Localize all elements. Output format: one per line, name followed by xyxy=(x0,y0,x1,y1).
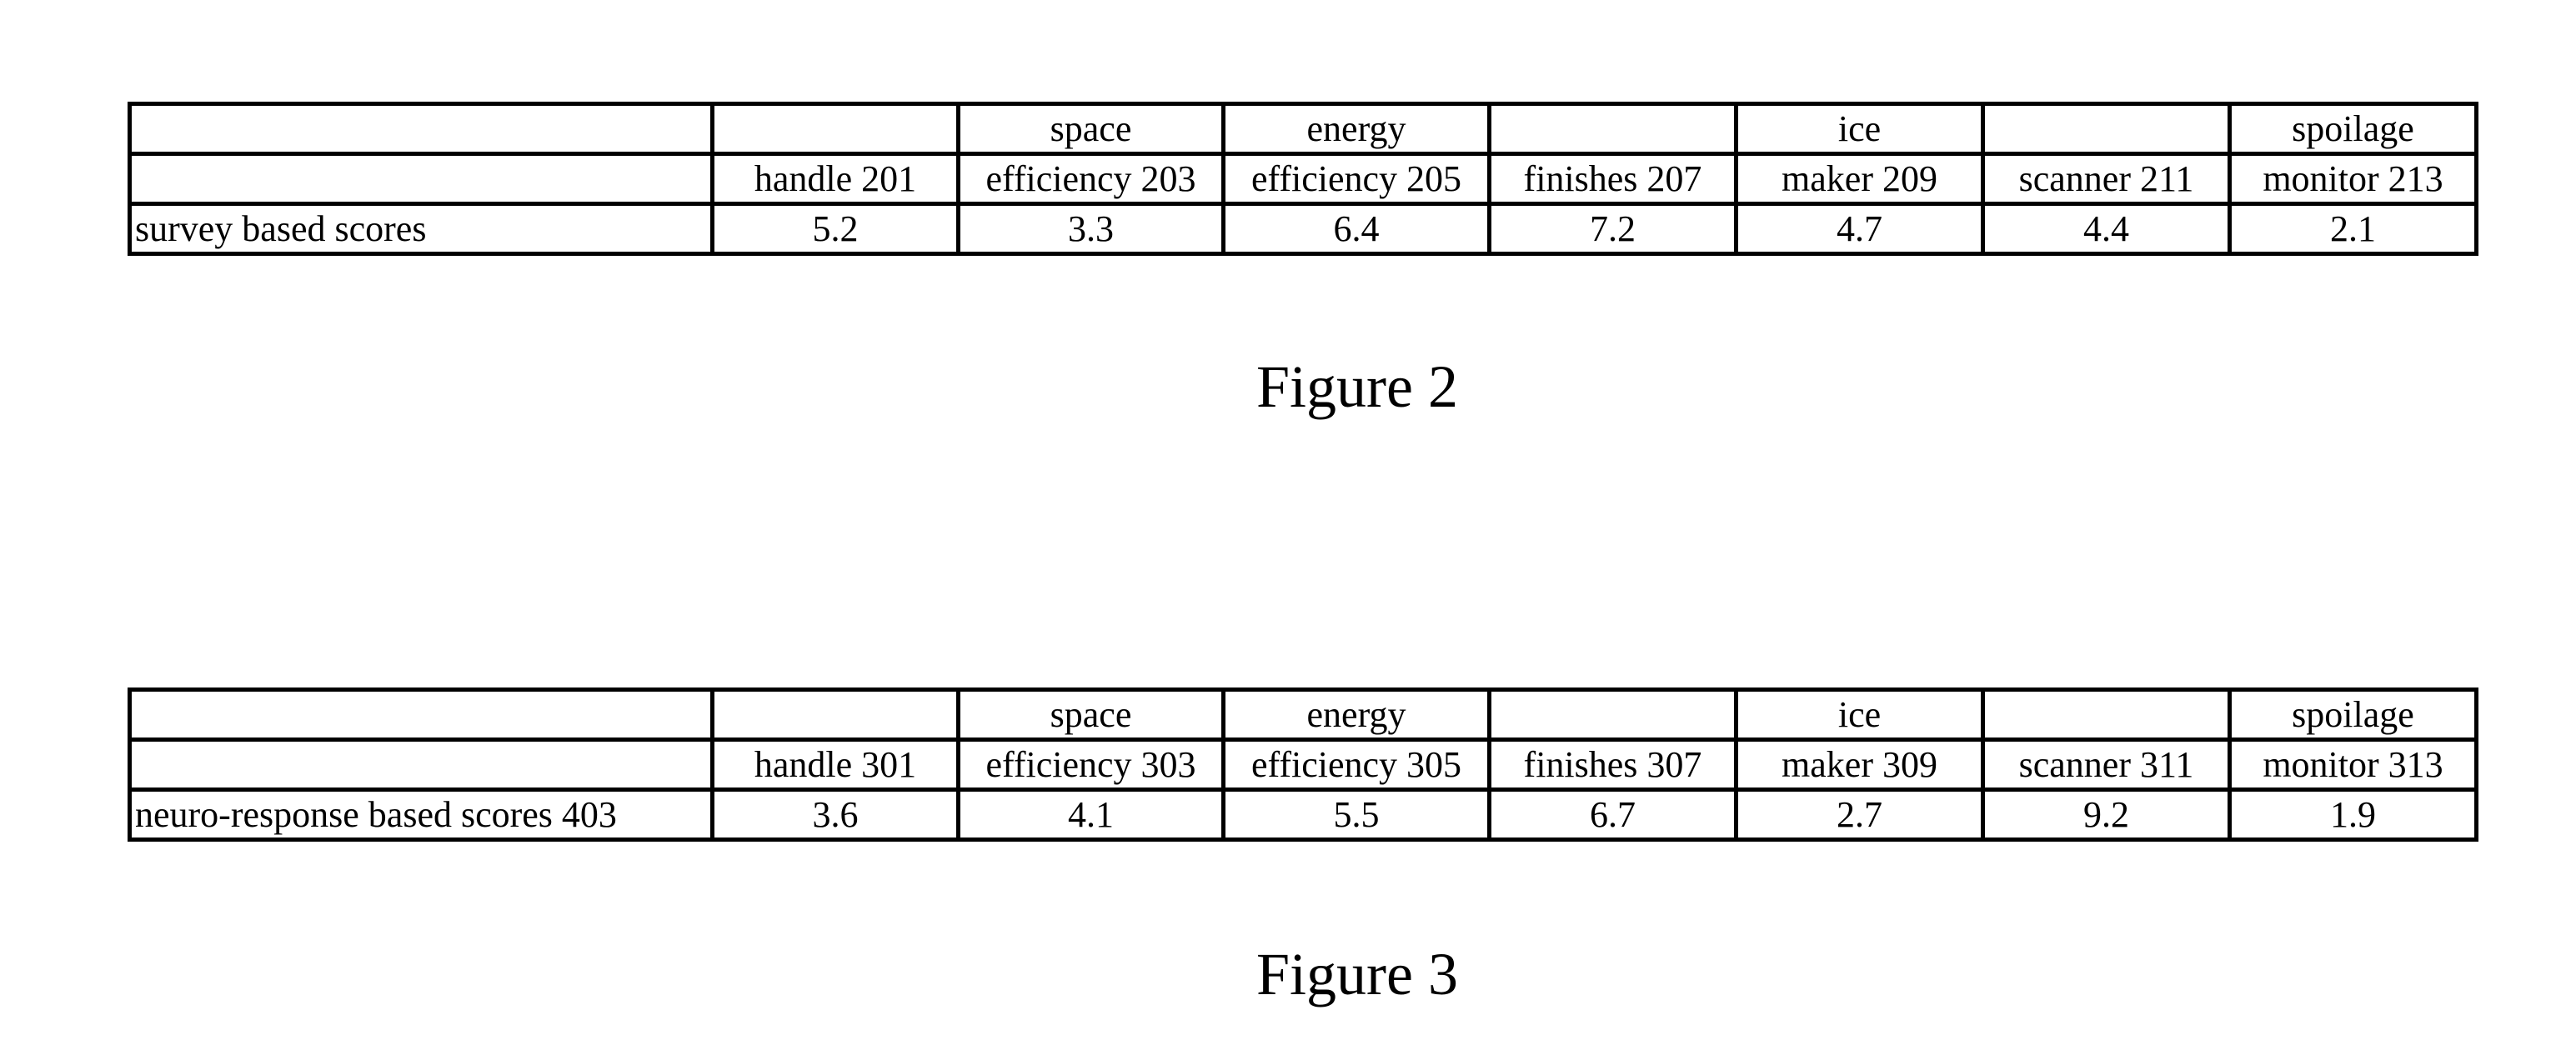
score-cell: 4.1 xyxy=(956,788,1225,842)
header-cell xyxy=(128,152,714,206)
header-cell: efficiency 303 xyxy=(956,738,1225,792)
figure-2-caption: Figure 2 xyxy=(1256,353,1458,420)
header-row-2: handle 201 efficiency 203 efficiency 205… xyxy=(128,152,2478,206)
score-cell: 6.7 xyxy=(1487,788,1738,842)
header-cell xyxy=(1981,688,2232,742)
header-cell: finishes 307 xyxy=(1487,738,1738,792)
header-cell: maker 209 xyxy=(1734,152,1985,206)
header-row-1: space energy ice spoilage xyxy=(128,102,2478,156)
header-cell xyxy=(1487,102,1738,156)
score-cell: 4.4 xyxy=(1981,202,2232,256)
figure-3-table: space energy ice spoilage handle 301 eff… xyxy=(128,688,2478,842)
header-cell xyxy=(1487,688,1738,742)
header-cell xyxy=(710,688,960,742)
score-cell: 2.7 xyxy=(1734,788,1985,842)
score-cell: 2.1 xyxy=(2228,202,2478,256)
header-cell xyxy=(1981,102,2232,156)
score-cell: 3.6 xyxy=(710,788,960,842)
figure-3-caption: Figure 3 xyxy=(1256,941,1458,1008)
header-cell: monitor 313 xyxy=(2228,738,2478,792)
score-cell: 9.2 xyxy=(1981,788,2232,842)
header-cell: handle 201 xyxy=(710,152,960,206)
data-row: survey based scores 5.2 3.3 6.4 7.2 4.7 … xyxy=(128,202,2478,256)
header-cell: ice xyxy=(1734,688,1985,742)
score-cell: 6.4 xyxy=(1221,202,1491,256)
score-cell: 5.2 xyxy=(710,202,960,256)
score-cell: 1.9 xyxy=(2228,788,2478,842)
score-cell: 5.5 xyxy=(1221,788,1491,842)
header-cell: efficiency 203 xyxy=(956,152,1225,206)
header-cell: efficiency 205 xyxy=(1221,152,1491,206)
header-cell: finishes 207 xyxy=(1487,152,1738,206)
header-cell: energy xyxy=(1221,102,1491,156)
header-cell: efficiency 305 xyxy=(1221,738,1491,792)
header-cell xyxy=(128,738,714,792)
header-cell: energy xyxy=(1221,688,1491,742)
data-row: neuro-response based scores 403 3.6 4.1 … xyxy=(128,788,2478,842)
header-cell: scanner 211 xyxy=(1981,152,2232,206)
header-cell: spoilage xyxy=(2228,688,2478,742)
header-cell: handle 301 xyxy=(710,738,960,792)
header-cell: spoilage xyxy=(2228,102,2478,156)
header-cell xyxy=(710,102,960,156)
header-cell: space xyxy=(956,688,1225,742)
header-row-1: space energy ice spoilage xyxy=(128,688,2478,742)
header-row-2: handle 301 efficiency 303 efficiency 305… xyxy=(128,738,2478,792)
header-cell: ice xyxy=(1734,102,1985,156)
header-cell: monitor 213 xyxy=(2228,152,2478,206)
score-cell: 3.3 xyxy=(956,202,1225,256)
header-cell xyxy=(128,102,714,156)
header-cell: scanner 311 xyxy=(1981,738,2232,792)
row-label: survey based scores xyxy=(128,202,714,256)
header-cell: space xyxy=(956,102,1225,156)
row-label: neuro-response based scores 403 xyxy=(128,788,714,842)
header-cell: maker 309 xyxy=(1734,738,1985,792)
header-cell xyxy=(128,688,714,742)
figure-2-table: space energy ice spoilage handle 201 eff… xyxy=(128,102,2478,256)
score-cell: 4.7 xyxy=(1734,202,1985,256)
score-cell: 7.2 xyxy=(1487,202,1738,256)
